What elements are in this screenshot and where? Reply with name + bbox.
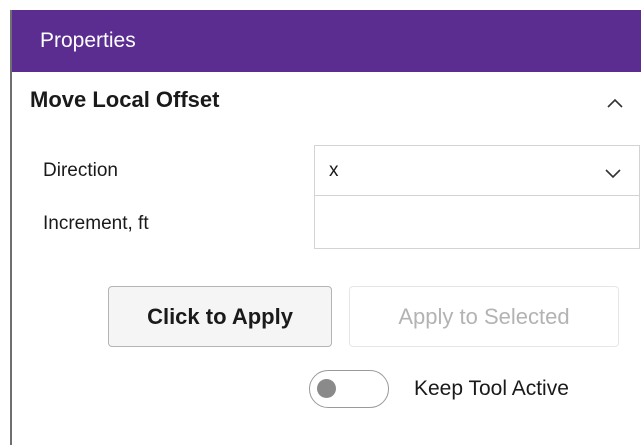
increment-input[interactable] (314, 196, 640, 249)
keep-tool-active-label: Keep Tool Active (414, 377, 569, 400)
chevron-up-icon[interactable] (606, 96, 624, 108)
apply-to-selected-button[interactable]: Apply to Selected (349, 286, 619, 347)
section-title: Move Local Offset (30, 87, 220, 112)
keep-tool-active-toggle[interactable] (309, 370, 389, 408)
chevron-down-icon (604, 166, 622, 179)
direction-label: Direction (43, 160, 118, 181)
click-to-apply-button[interactable]: Click to Apply (108, 286, 332, 347)
direction-select[interactable]: x (314, 145, 640, 196)
panel-title: Properties (40, 29, 136, 52)
panel-header: Properties (12, 10, 641, 72)
increment-label: Increment, ft (43, 213, 149, 234)
toggle-knob (317, 379, 336, 398)
direction-value: x (329, 160, 339, 181)
